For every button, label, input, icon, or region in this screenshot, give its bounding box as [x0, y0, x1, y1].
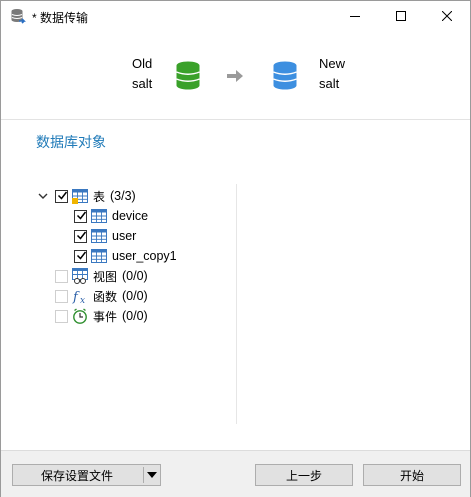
save-profile-split-button[interactable]: 保存设置文件	[12, 464, 161, 486]
window-title: * 数据传输	[32, 11, 89, 25]
start-button-label: 开始	[399, 468, 424, 483]
tables-count: (3/3)	[110, 189, 136, 203]
split-divider	[143, 467, 144, 483]
table-name: user	[112, 229, 137, 243]
footer-bar: 保存设置文件 上一步 开始	[1, 450, 470, 497]
tables-label: 表	[93, 189, 106, 204]
arrow-right-icon	[227, 70, 243, 82]
table-checkbox[interactable]	[74, 229, 87, 243]
section-title: 数据库对象	[36, 134, 106, 150]
table-icon	[91, 229, 107, 243]
events-checkbox[interactable]	[55, 309, 68, 323]
functions-label: 函数	[93, 289, 118, 304]
checkmark-icon	[57, 191, 68, 200]
table-icon	[91, 249, 107, 263]
view-icon	[72, 268, 88, 284]
source-database-icon	[176, 61, 200, 90]
source-line2: salt	[132, 76, 153, 91]
maximize-icon	[396, 11, 406, 21]
start-button[interactable]: 开始	[363, 464, 461, 486]
target-line1: New	[319, 56, 346, 71]
table-item[interactable]: user	[74, 226, 136, 246]
data-transfer-window: * 数据传输 Old salt New salt 数据库对象 表 (3/3) d…	[0, 0, 471, 497]
events-count: (0/0)	[122, 309, 148, 323]
panel-divider	[236, 184, 237, 424]
minimize-button[interactable]	[332, 1, 378, 31]
minimize-icon	[350, 16, 360, 17]
transfer-header: Old salt New salt	[1, 31, 470, 120]
tree-node-functions[interactable]: f x 函数 (0/0)	[55, 286, 148, 306]
save-profile-label: 保存设置文件	[41, 468, 114, 483]
close-icon	[442, 11, 452, 21]
views-label: 视图	[93, 269, 118, 284]
svg-text:x: x	[80, 296, 85, 304]
back-button[interactable]: 上一步	[255, 464, 353, 486]
target-database-icon	[273, 61, 297, 90]
source-line1: Old	[132, 56, 153, 71]
locked-table-icon	[72, 189, 88, 204]
title-bar: * 数据传输	[1, 1, 470, 31]
svg-text:f: f	[72, 290, 80, 304]
checkmark-icon	[76, 231, 87, 240]
back-button-label: 上一步	[285, 468, 322, 483]
checkmark-icon	[76, 251, 87, 260]
views-count: (0/0)	[122, 269, 148, 283]
views-checkbox[interactable]	[55, 269, 68, 283]
tree-node-tables[interactable]: 表 (3/3)	[37, 186, 136, 206]
table-icon	[91, 209, 107, 223]
checkmark-icon	[76, 211, 87, 220]
table-item[interactable]: user_copy1	[74, 246, 177, 266]
table-checkbox[interactable]	[74, 209, 87, 223]
tree-node-events[interactable]: 事件 (0/0)	[55, 306, 148, 326]
dropdown-caret-icon[interactable]	[147, 472, 157, 478]
events-label: 事件	[93, 309, 118, 324]
tables-checkbox[interactable]	[55, 189, 68, 203]
tree-node-views[interactable]: 视图 (0/0)	[55, 266, 148, 286]
maximize-button[interactable]	[378, 1, 424, 31]
chevron-down-icon[interactable]	[37, 190, 49, 202]
clock-icon	[73, 308, 87, 324]
close-button[interactable]	[424, 1, 470, 31]
target-line2: salt	[319, 76, 340, 91]
table-checkbox[interactable]	[74, 249, 87, 263]
functions-count: (0/0)	[122, 289, 148, 303]
data-transfer-app-icon	[11, 9, 26, 24]
functions-checkbox[interactable]	[55, 289, 68, 303]
table-name: device	[112, 209, 149, 223]
table-name: user_copy1	[112, 249, 177, 263]
table-item[interactable]: device	[74, 206, 148, 226]
function-icon: f x	[72, 290, 85, 304]
